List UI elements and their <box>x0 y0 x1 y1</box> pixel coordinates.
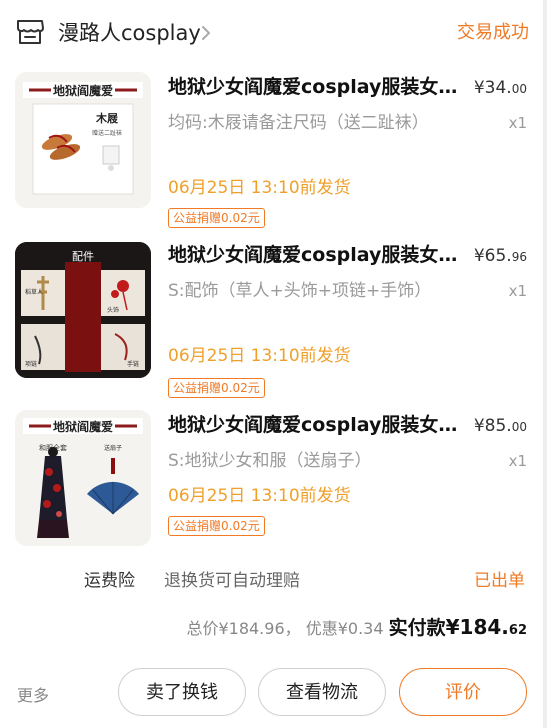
insurance-status: 已出单 <box>474 571 525 591</box>
charity-badge: 公益捐赠0.02元 <box>168 208 265 228</box>
product-price: ¥85.00 <box>474 414 527 439</box>
scroll-edge <box>543 0 547 728</box>
order-item[interactable]: 地狱阎魔爱 木屐 赠送二趾袜 地狱少女阎魔爱cosplay服装女… ¥34.00… <box>0 70 547 240</box>
insurance-description: 退换货可自动理赔 <box>164 571 300 591</box>
delivery-time: 06月25日 13:10前发货 <box>168 178 351 198</box>
order-item[interactable]: 地狱阎魔爱 和服全套 送扇子 地狱少女阎魔爱cosplay服装女… ¥85.00… <box>0 408 547 578</box>
thumb-banner: 地狱阎魔爱 <box>53 419 113 434</box>
chevron-right-icon[interactable] <box>200 24 212 42</box>
price-cents: 00 <box>511 82 527 96</box>
product-quantity: x1 <box>508 114 527 132</box>
paid-cents: 62 <box>508 623 527 638</box>
product-quantity: x1 <box>508 452 527 470</box>
charity-badge: 公益捐赠0.02元 <box>168 516 265 536</box>
price-cents: 00 <box>511 420 527 434</box>
price-main: ¥85. <box>473 416 512 436</box>
price-main: ¥65. <box>473 246 512 266</box>
order-status: 交易成功 <box>457 22 529 43</box>
price-cents: 96 <box>511 250 527 264</box>
paid-label: 实付款 <box>388 617 446 639</box>
review-button[interactable]: 评价 <box>399 668 527 716</box>
thumb-sub: 赠送二趾袜 <box>92 129 122 137</box>
shipping-insurance-row[interactable]: 运费险 退换货可自动理赔 已出单 <box>0 560 547 596</box>
product-price: ¥65.96 <box>474 244 527 269</box>
delivery-time: 06月25日 13:10前发货 <box>168 346 351 366</box>
product-spec: S:配饰（草人+头饰+项链+手饰） <box>168 281 432 301</box>
product-image[interactable]: 地狱阎魔爱 木屐 赠送二趾袜 <box>15 72 151 208</box>
charity-badge: 公益捐赠0.02元 <box>168 378 265 398</box>
insurance-label: 运费险 <box>84 571 135 591</box>
thumb-label-a: 稻草人 <box>25 288 43 296</box>
thumb-label-d: 手链 <box>127 360 139 368</box>
product-title[interactable]: 地狱少女阎魔爱cosplay服装女… <box>168 74 458 100</box>
thumb-label-b: 头饰 <box>107 306 119 314</box>
price-main: ¥34. <box>473 78 512 98</box>
discount: 优惠¥0.34 <box>305 619 384 638</box>
shop-name[interactable]: 漫路人cosplay <box>58 19 201 47</box>
more-link[interactable]: 更多 <box>17 682 49 706</box>
product-image[interactable]: 配件 稻草人 头饰 项链 手链 <box>15 242 151 378</box>
product-spec: S:地狱少女和服（送扇子） <box>168 451 372 471</box>
product-price: ¥34.00 <box>474 76 527 101</box>
thumb-label-c: 项链 <box>25 360 37 368</box>
order-item[interactable]: 配件 稻草人 头饰 项链 手链 地狱少女阎魔爱cosplay服装女… ¥65.9… <box>0 238 547 408</box>
product-image[interactable]: 地狱阎魔爱 和服全套 送扇子 <box>15 410 151 546</box>
thumb-banner: 地狱阎魔爱 <box>53 83 113 98</box>
order-card: 漫路人cosplay 交易成功 地狱阎魔爱 木屐 赠送二趾袜 地狱少女阎魔爱co… <box>0 0 547 728</box>
product-title[interactable]: 地狱少女阎魔爱cosplay服装女… <box>168 242 458 268</box>
product-title[interactable]: 地狱少女阎魔爱cosplay服装女… <box>168 412 458 438</box>
thumb-banner: 配件 <box>72 250 94 263</box>
product-spec: 均码:木屐请备注尺码（送二趾袜） <box>168 113 429 133</box>
view-logistics-button[interactable]: 查看物流 <box>258 668 386 716</box>
paid-main: ¥184. <box>445 615 509 639</box>
paid-amount: ¥184.62 <box>446 615 527 639</box>
sell-button[interactable]: 卖了换钱 <box>118 668 246 716</box>
total-price: 总价¥184.96， <box>186 619 301 638</box>
thumb-label: 木屐 <box>95 111 119 125</box>
thumb-sub: 送扇子 <box>104 444 122 452</box>
delivery-time: 06月25日 13:10前发货 <box>168 486 351 506</box>
shop-icon[interactable] <box>15 18 45 46</box>
order-header: 漫路人cosplay 交易成功 <box>0 0 547 64</box>
product-quantity: x1 <box>508 282 527 300</box>
order-totals: 总价¥184.96， 优惠¥0.34 实付款¥184.62 <box>186 612 527 642</box>
